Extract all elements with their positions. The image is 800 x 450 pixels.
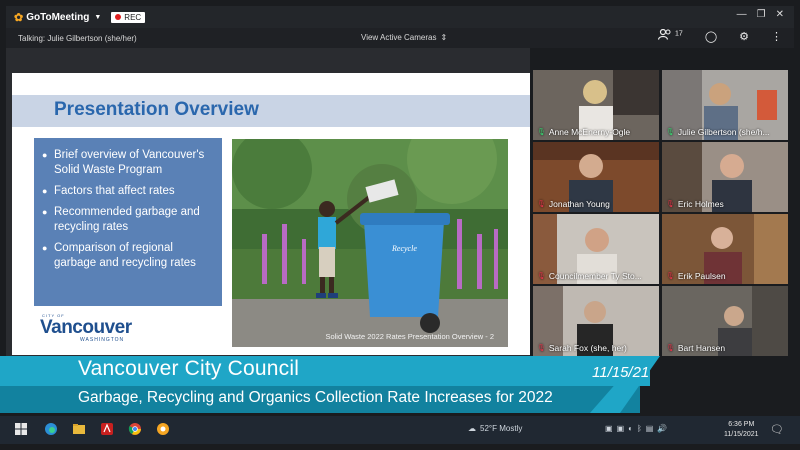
- participant-name: Julie Gilbertson (she/h...: [677, 127, 770, 137]
- mic-muted-icon: 🎙: [666, 273, 675, 280]
- chevron-down-icon: ▼: [94, 13, 102, 21]
- bin-label: Recycle: [391, 244, 417, 253]
- participant-tile[interactable]: 🎙 Anne McEnerny-Ogle: [533, 70, 659, 140]
- weather-text: 52°F Mostly: [480, 424, 523, 433]
- slide-bullet: ● Factors that affect rates: [42, 185, 175, 197]
- view-cameras-label: View Active Cameras: [361, 33, 437, 42]
- gotomeeting-taskbar-icon[interactable]: [156, 422, 170, 436]
- windows-start-icon[interactable]: [14, 422, 28, 436]
- chevron-updown-icon: ⇕: [440, 33, 448, 42]
- lower-third-title: Vancouver City Council: [78, 357, 300, 380]
- participant-name: Councilmember Ty Sto...: [548, 271, 642, 281]
- city-of-vancouver-logo: CITY OF Vancouver WASHINGTON: [40, 313, 132, 343]
- lower-third-date: 11/15/21: [592, 364, 650, 381]
- app-title-bar: ✿ GoToMeeting ▼ REC — ❐ ✕: [6, 6, 794, 28]
- settings-gear-icon[interactable]: ⚙: [739, 30, 749, 43]
- mic-muted-icon: 🎙: [537, 273, 546, 280]
- system-tray: ▣ ▣ ◐ ᛒ ▤ 🔊: [605, 424, 667, 433]
- mic-muted-icon: 🎙: [666, 201, 675, 208]
- tray-icon[interactable]: ▣: [617, 424, 625, 433]
- tray-icon[interactable]: ◐: [628, 424, 633, 433]
- participant-name: Sarah Fox (she, her): [548, 343, 627, 353]
- mic-on-icon: 🎙: [537, 129, 546, 136]
- tray-icon[interactable]: ▣: [605, 424, 613, 433]
- participant-tile[interactable]: 🎙 Jonathan Young: [533, 142, 659, 212]
- mic-muted-icon: 🎙: [666, 345, 675, 352]
- participant-tile[interactable]: 🎙 Erik Paulsen: [662, 214, 788, 284]
- slide-caption: Solid Waste 2022 Rates Presentation Over…: [325, 332, 494, 341]
- volume-icon[interactable]: 🔊: [657, 424, 667, 433]
- chat-icon[interactable]: ◯: [705, 30, 717, 43]
- recording-badge[interactable]: REC: [111, 11, 146, 23]
- app-menu[interactable]: ✿ GoToMeeting ▼: [14, 11, 101, 24]
- acrobat-reader-icon[interactable]: [100, 422, 114, 436]
- toolbar-icons: 17 ◯ ⚙ ⋮: [657, 28, 782, 43]
- meeting-toolbar: Talking: Julie Gilbertson (she/her) View…: [6, 28, 794, 48]
- app-name: GoToMeeting: [26, 11, 90, 23]
- participant-name: Anne McEnerny-Ogle: [548, 127, 631, 137]
- slide-bullet: ● Comparison of regional garbage and recy…: [42, 242, 196, 269]
- attendee-count: 17: [675, 30, 683, 38]
- restore-icon[interactable]: ❐: [757, 9, 766, 20]
- logo-washington: WASHINGTON: [80, 337, 125, 343]
- notification-icon[interactable]: 🗨: [770, 423, 784, 436]
- participant-name: Erik Paulsen: [677, 271, 726, 281]
- participant-name: Jonathan Young: [548, 199, 610, 209]
- window-controls: — ❐ ✕: [737, 9, 784, 20]
- mic-muted-icon: 🎙: [537, 201, 546, 208]
- record-dot-icon: [115, 14, 122, 20]
- mic-on-icon: 🎙: [666, 129, 675, 136]
- lower-third-subtitle: Garbage, Recycling and Organics Collecti…: [78, 389, 553, 406]
- participant-tile[interactable]: 🎙 Bart Hansen: [662, 286, 788, 356]
- talking-indicator: Talking: Julie Gilbertson (she/her): [18, 33, 137, 43]
- file-explorer-icon[interactable]: [72, 422, 86, 436]
- chrome-browser-icon[interactable]: [128, 422, 142, 436]
- recycling-photo-illustration: Recycle: [232, 139, 508, 347]
- participant-name: Eric Holmes: [677, 199, 724, 209]
- weather-widget[interactable]: ☁ 52°F Mostly: [468, 424, 522, 433]
- network-icon[interactable]: ▤: [646, 424, 654, 433]
- view-active-cameras-button[interactable]: View Active Cameras ⇕: [361, 33, 447, 42]
- screen: ✿ GoToMeeting ▼ REC — ❐ ✕ Talking: Julie…: [0, 0, 800, 450]
- cloud-icon: ☁: [468, 424, 476, 433]
- minimize-icon[interactable]: —: [737, 9, 747, 20]
- slide-bullet: ● Recommended garbage and recycling rates: [42, 206, 200, 233]
- participant-tile[interactable]: 🎙 Eric Holmes: [662, 142, 788, 212]
- more-options-icon[interactable]: ⋮: [771, 30, 782, 43]
- presentation-slide: Presentation Overview ● Brief overview of…: [12, 73, 530, 355]
- mic-muted-icon: 🎙: [537, 345, 546, 352]
- close-icon[interactable]: ✕: [776, 9, 784, 20]
- slide-title: Presentation Overview: [54, 99, 259, 120]
- taskbar-clock[interactable]: 6:36 PM 11/15/2021: [724, 420, 759, 440]
- slide-photo-child-recycling: Recycle Solid Waste 2022 Rates Presentat…: [232, 139, 508, 347]
- participant-tile[interactable]: 🎙 Councilmember Ty Sto...: [533, 214, 659, 284]
- logo-vancouver: Vancouver: [40, 317, 132, 338]
- participant-tile[interactable]: 🎙 Julie Gilbertson (she/h...: [662, 70, 788, 140]
- windows-taskbar: ☁ 52°F Mostly ▣ ▣ ◐ ᛒ ▤ 🔊 6:36 PM 11/15/…: [0, 416, 800, 444]
- people-icon: [657, 28, 671, 40]
- slide-bullet: ● Brief overview of Vancouver's Solid Was…: [42, 149, 205, 176]
- slide-bullet-box: ● Brief overview of Vancouver's Solid Was…: [34, 138, 222, 306]
- participant-tile[interactable]: 🎙 Sarah Fox (she, her): [533, 286, 659, 356]
- edge-browser-icon[interactable]: [44, 422, 58, 436]
- participant-name: Bart Hansen: [677, 343, 726, 353]
- clock-time: 6:36 PM: [728, 421, 755, 428]
- gotomeeting-logo-icon: ✿: [14, 11, 24, 24]
- rec-label: REC: [124, 12, 142, 22]
- clock-date: 11/15/2021: [724, 431, 759, 438]
- attendees-button[interactable]: 17: [657, 28, 683, 43]
- bluetooth-icon[interactable]: ᛒ: [637, 424, 642, 433]
